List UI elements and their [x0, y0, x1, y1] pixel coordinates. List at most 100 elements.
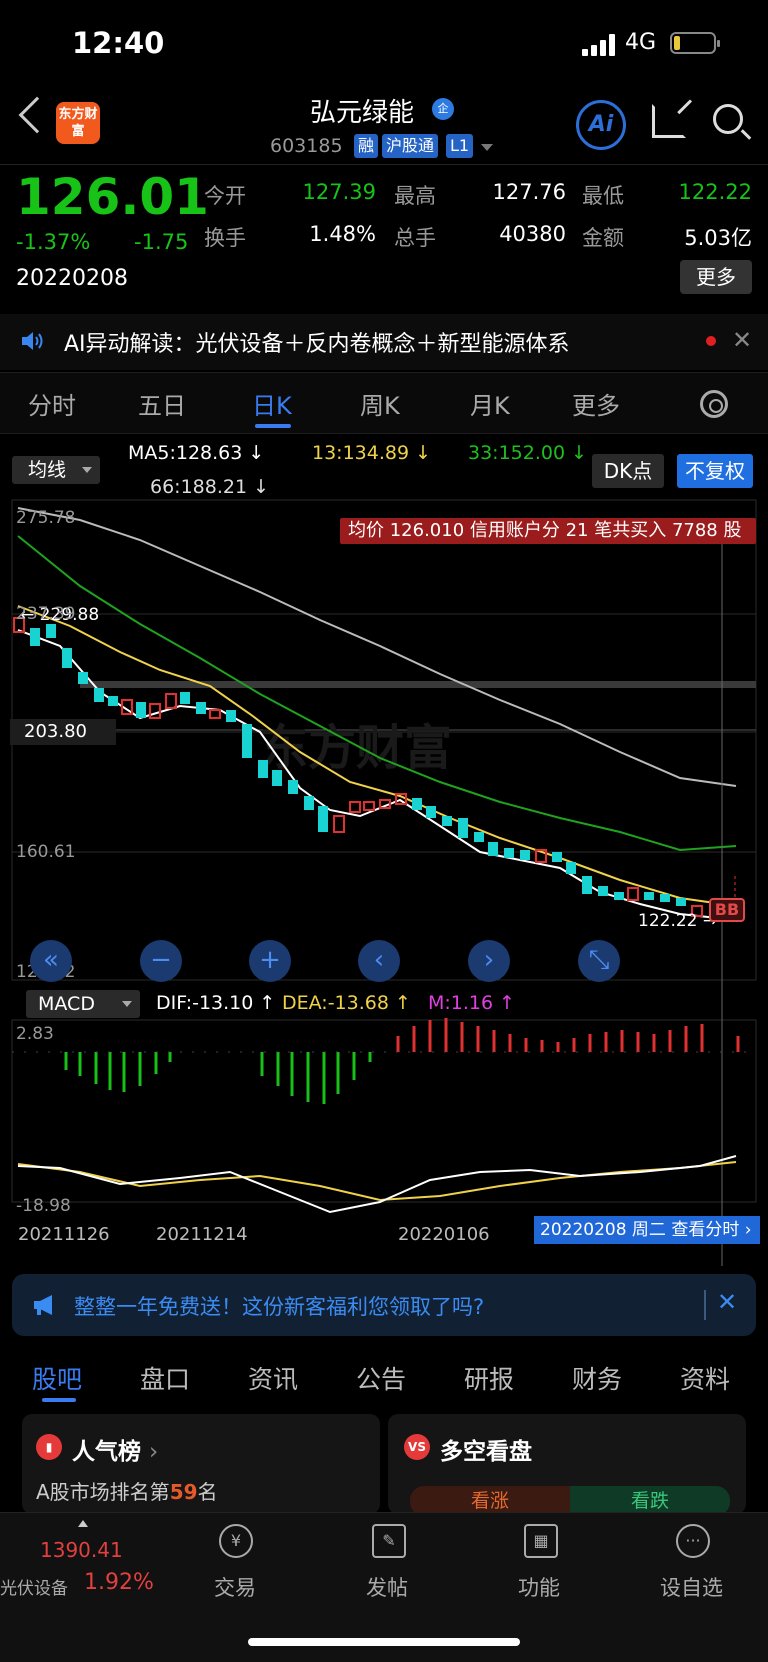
tab-month-k[interactable]: 月K — [470, 386, 510, 421]
promo-text[interactable]: 整整一年免费送！这份新客福利您领取了吗? — [74, 1291, 484, 1321]
popularity-title[interactable]: 人气榜 › — [72, 1432, 158, 1466]
date-axis-3: 20220106 — [398, 1224, 490, 1245]
zoom-out-icon[interactable]: − — [140, 940, 182, 982]
function-button[interactable]: 功能 — [518, 1572, 560, 1602]
candle — [304, 796, 314, 810]
change-amount: -1.75 — [134, 230, 189, 254]
app-logo[interactable]: 东方财富 — [56, 102, 100, 144]
close-icon[interactable]: ✕ — [732, 326, 752, 354]
duokong-title: 多空看盘 — [440, 1439, 532, 1465]
qi-badge: 企 — [432, 98, 454, 120]
tab-research[interactable]: 研报 — [464, 1360, 514, 1396]
dif-line — [17, 1155, 737, 1214]
macd-select[interactable]: MACD — [26, 990, 140, 1018]
fullscreen-icon[interactable]: ⤡ — [578, 940, 620, 982]
candle — [552, 852, 562, 862]
more-button[interactable]: 更多 — [680, 260, 752, 294]
tab-profile[interactable]: 资料 — [680, 1360, 730, 1396]
tab-week-k[interactable]: 周K — [360, 386, 400, 421]
turnover-value: 1.48% — [309, 222, 376, 246]
ma13-value: 13:134.89 ↓ — [312, 442, 432, 464]
stock-code: 603185 — [270, 135, 343, 157]
candle — [458, 818, 468, 838]
tab-more[interactable]: 更多 — [572, 386, 620, 421]
candle — [488, 842, 498, 856]
open-value: 127.39 — [302, 180, 376, 204]
candle — [426, 806, 436, 818]
tab-day-k[interactable]: 日K — [252, 386, 292, 421]
y-label-top: 275.78 — [16, 508, 76, 528]
macd-y-bottom: -18.98 — [16, 1196, 71, 1216]
candle — [582, 876, 592, 894]
cursor-date-pill[interactable]: 20220208 周二 查看分时 › — [534, 1216, 760, 1244]
trade-button[interactable]: 交易 — [214, 1572, 256, 1602]
tab-news[interactable]: 资讯 — [248, 1360, 298, 1396]
tab-fenshi[interactable]: 分时 — [28, 386, 76, 421]
y-label-2: 237.39 — [16, 604, 76, 624]
candle — [627, 887, 639, 901]
tab-pankou[interactable]: 盘口 — [140, 1360, 190, 1396]
dk-point-button[interactable]: DK点 — [592, 454, 664, 488]
chevron-down-icon[interactable] — [481, 144, 493, 151]
post-button[interactable]: 发帖 — [366, 1572, 408, 1602]
zoom-in-icon[interactable]: + — [249, 940, 291, 982]
ma33-value: 33:152.00 ↓ — [468, 442, 588, 464]
tab-five-day[interactable]: 五日 — [138, 386, 186, 421]
kline-chart[interactable]: 东方财富 ← 229.88 122.22 → — [0, 496, 768, 1266]
close-icon[interactable]: ✕ — [717, 1288, 737, 1316]
next-icon[interactable]: › — [468, 940, 510, 982]
zoom-out-all-icon[interactable]: « — [30, 940, 72, 982]
candle — [412, 798, 422, 810]
prev-icon[interactable]: ‹ — [358, 940, 400, 982]
volume-value: 40380 — [499, 222, 566, 246]
candle — [78, 672, 88, 684]
header-divider — [0, 164, 768, 165]
bb-badge[interactable]: BB — [709, 898, 745, 922]
candle — [566, 862, 576, 874]
sector-percent[interactable]: 1.92% — [84, 1570, 154, 1595]
macd-histogram — [64, 1018, 740, 1104]
change-percent: -1.37% — [16, 230, 91, 254]
candle — [226, 710, 236, 722]
tab-guba[interactable]: 股吧 — [32, 1360, 82, 1396]
tab-announcements[interactable]: 公告 — [356, 1360, 406, 1396]
ai-interpretation-text[interactable]: AI异动解读：光伏设备＋反内卷概念＋新型能源体系 — [64, 326, 570, 358]
caret-up-icon[interactable] — [78, 1520, 88, 1527]
candle — [318, 806, 328, 832]
candle — [94, 688, 104, 702]
candle — [504, 848, 514, 858]
speaker-icon — [22, 332, 43, 350]
candle — [136, 702, 146, 718]
signal-icon — [582, 34, 616, 56]
gear-icon[interactable] — [700, 390, 728, 418]
tag-level: L1 — [446, 134, 474, 158]
ai-button[interactable]: Ai — [576, 100, 626, 150]
trade-icon[interactable]: ¥ — [219, 1524, 253, 1558]
sector-name[interactable]: 光伏设备 — [0, 1574, 68, 1599]
active-section-indicator — [42, 1398, 76, 1402]
candle — [660, 894, 670, 902]
back-arrow-icon[interactable] — [18, 96, 56, 134]
quote-date: 20220208 — [16, 266, 128, 291]
add-watchlist-button[interactable]: 设自选 — [660, 1572, 723, 1602]
ma-select[interactable]: 均线 — [12, 456, 100, 484]
low-label: 最低 — [582, 184, 624, 208]
post-icon[interactable]: ✎ — [372, 1524, 406, 1558]
sector-value[interactable]: 1390.41 — [40, 1538, 123, 1562]
search-icon[interactable] — [713, 104, 743, 134]
no-adjust-button[interactable]: 不复权 — [677, 454, 753, 488]
more-dots-icon[interactable]: ··· — [676, 1524, 710, 1558]
function-icon[interactable]: ▦ — [524, 1524, 558, 1558]
candle — [108, 696, 118, 706]
date-axis-1: 20211126 — [18, 1224, 110, 1245]
watermark: 东方财富 — [260, 720, 452, 776]
date-axis-2: 20211214 — [156, 1224, 248, 1245]
candle — [180, 692, 190, 704]
candle — [474, 832, 484, 842]
candle — [442, 816, 452, 826]
tag-margin: 融 — [354, 134, 379, 158]
share-icon[interactable] — [652, 104, 686, 138]
home-indicator — [248, 1638, 520, 1646]
tab-finance[interactable]: 财务 — [572, 1360, 622, 1396]
open-label: 今开 — [204, 184, 246, 208]
